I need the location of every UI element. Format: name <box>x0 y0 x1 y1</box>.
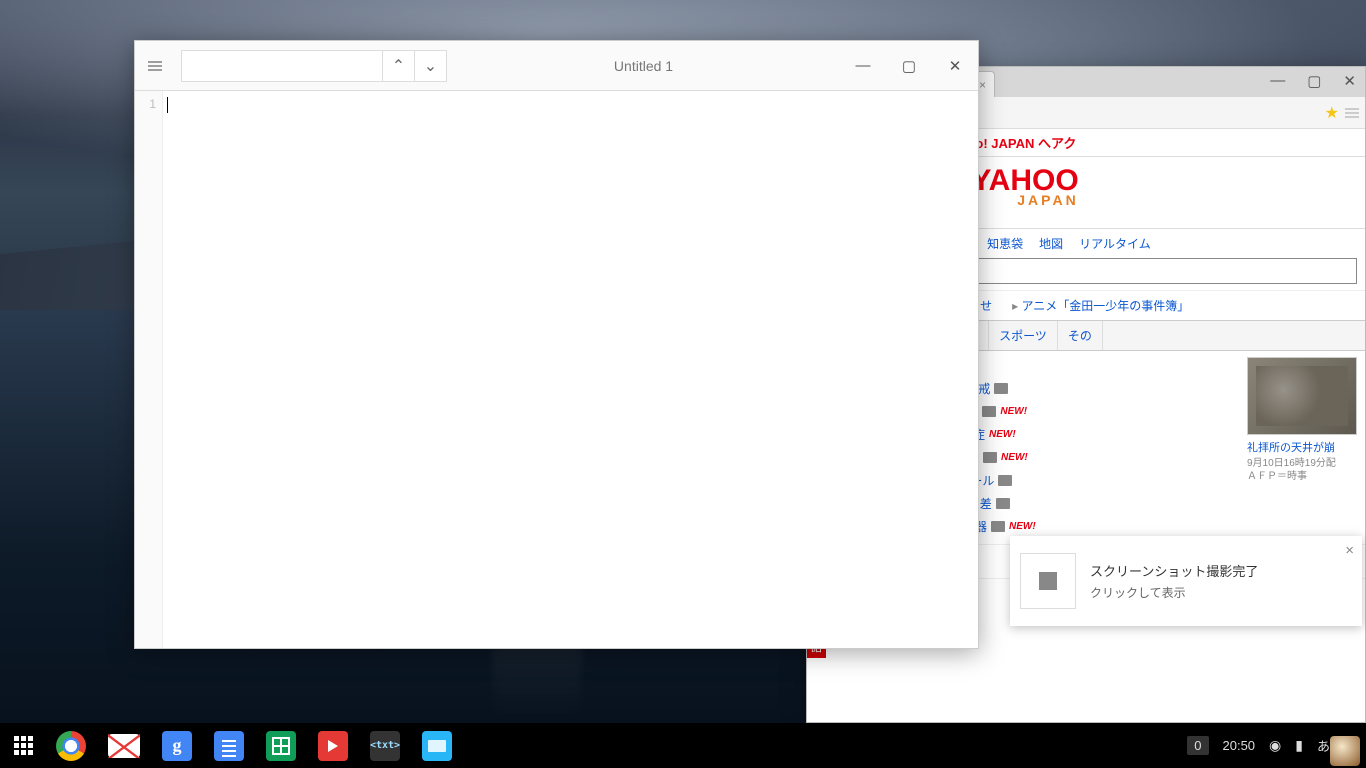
new-badge: NEW! <box>989 429 1016 440</box>
camera-icon <box>994 383 1008 394</box>
editor-minimize-button[interactable]: — <box>840 41 886 91</box>
editor-menu-button[interactable] <box>135 61 175 71</box>
editor-title: Untitled 1 <box>447 58 840 74</box>
notification-title: スクリーンショット撮影完了 <box>1090 561 1258 580</box>
camera-icon <box>983 452 997 463</box>
news-tab-other[interactable]: その <box>1058 321 1103 350</box>
chrome-maximize-button[interactable]: ▢ <box>1301 68 1327 94</box>
new-badge: NEW! <box>1001 452 1028 463</box>
taskbar-app-gmail[interactable] <box>108 734 140 758</box>
editor-gutter: 1 <box>135 91 163 648</box>
search-prev-button[interactable]: ⌃ <box>382 51 414 81</box>
editor-maximize-button[interactable]: ▢ <box>886 41 932 91</box>
grid-icon <box>14 736 33 755</box>
search-tab-realtime[interactable]: リアルタイム <box>1079 235 1151 252</box>
taskbar-app-chrome[interactable] <box>56 731 86 761</box>
editor-search-input[interactable] <box>182 51 382 81</box>
ime-indicator[interactable]: あ <box>1317 736 1330 755</box>
editor-titlebar: ⌃ ⌄ Untitled 1 — ▢ ✕ <box>135 41 978 91</box>
news-thumbnail[interactable]: 礼拝所の天井が崩 9月10日16時19分配ＡＦＰ＝時事 <box>1247 357 1357 538</box>
clock[interactable]: 20:50 <box>1223 738 1256 753</box>
wifi-icon[interactable]: ◉ <box>1269 737 1281 754</box>
news-thumbnail-image <box>1247 357 1357 435</box>
taskbar-app-google[interactable]: g <box>162 731 192 761</box>
text-editor-window: ⌃ ⌄ Untitled 1 — ▢ ✕ 1 <box>134 40 979 649</box>
text-cursor <box>167 97 168 113</box>
search-next-button[interactable]: ⌄ <box>414 51 446 81</box>
notification-count-badge[interactable]: 0 <box>1187 736 1208 755</box>
taskbar-app-files[interactable] <box>422 731 452 761</box>
chrome-close-button[interactable]: ✕ <box>1337 68 1362 94</box>
taskbar-app-docs[interactable] <box>214 731 244 761</box>
yahoo-logo[interactable]: YAHOO JAPAN <box>971 167 1078 207</box>
editor-text-area[interactable] <box>163 91 978 648</box>
editor-close-button[interactable]: ✕ <box>932 41 978 91</box>
taskbar-app-sheets[interactable] <box>266 731 296 761</box>
news-thumbnail-caption: 礼拝所の天井が崩 <box>1247 439 1357 455</box>
taskbar: g <txt> 0 20:50 ◉ ▮ あ <box>0 723 1366 768</box>
search-tab-chie[interactable]: 知恵袋 <box>987 235 1023 252</box>
news-thumbnail-meta: 9月10日16時19分配ＡＦＰ＝時事 <box>1247 457 1357 483</box>
camera-icon <box>996 498 1010 509</box>
line-number: 1 <box>135 97 156 111</box>
chrome-window-controls: — ▢ ✕ <box>1264 68 1362 94</box>
editor-body: 1 <box>135 91 978 648</box>
battery-icon[interactable]: ▮ <box>1295 737 1303 754</box>
notification-subtitle: クリックして表示 <box>1090 584 1258 601</box>
chevron-up-icon: ⌃ <box>392 56 405 76</box>
app-launcher-button[interactable] <box>8 731 38 761</box>
new-badge: NEW! <box>1009 521 1036 532</box>
coffee-icon[interactable] <box>1330 736 1360 766</box>
notification-preview <box>1020 553 1076 609</box>
notification-text: スクリーンショット撮影完了 クリックして表示 <box>1090 561 1258 601</box>
camera-icon <box>982 406 996 417</box>
ticker-item[interactable]: アニメ「金田一少年の事件簿」 <box>1012 297 1189 314</box>
news-tab-sports[interactable]: スポーツ <box>989 321 1058 350</box>
new-badge: NEW! <box>1000 406 1027 417</box>
chevron-down-icon: ⌄ <box>424 56 437 76</box>
taskbar-app-youtube[interactable] <box>318 731 348 761</box>
notification-close-icon[interactable]: × <box>1345 542 1354 559</box>
editor-search-group: ⌃ ⌄ <box>181 50 447 82</box>
search-tab-map[interactable]: 地図 <box>1039 235 1063 252</box>
screenshot-notification[interactable]: スクリーンショット撮影完了 クリックして表示 × <box>1010 536 1362 626</box>
bookmark-star-icon[interactable]: ★ <box>1325 103 1339 123</box>
chrome-menu-icon[interactable] <box>1345 108 1359 118</box>
editor-window-controls: — ▢ ✕ <box>840 41 978 91</box>
camera-icon <box>998 475 1012 486</box>
taskbar-app-text-editor[interactable]: <txt> <box>370 731 400 761</box>
tab-close-icon[interactable]: × <box>979 78 986 92</box>
camera-icon <box>991 521 1005 532</box>
chrome-minimize-button[interactable]: — <box>1264 68 1291 94</box>
